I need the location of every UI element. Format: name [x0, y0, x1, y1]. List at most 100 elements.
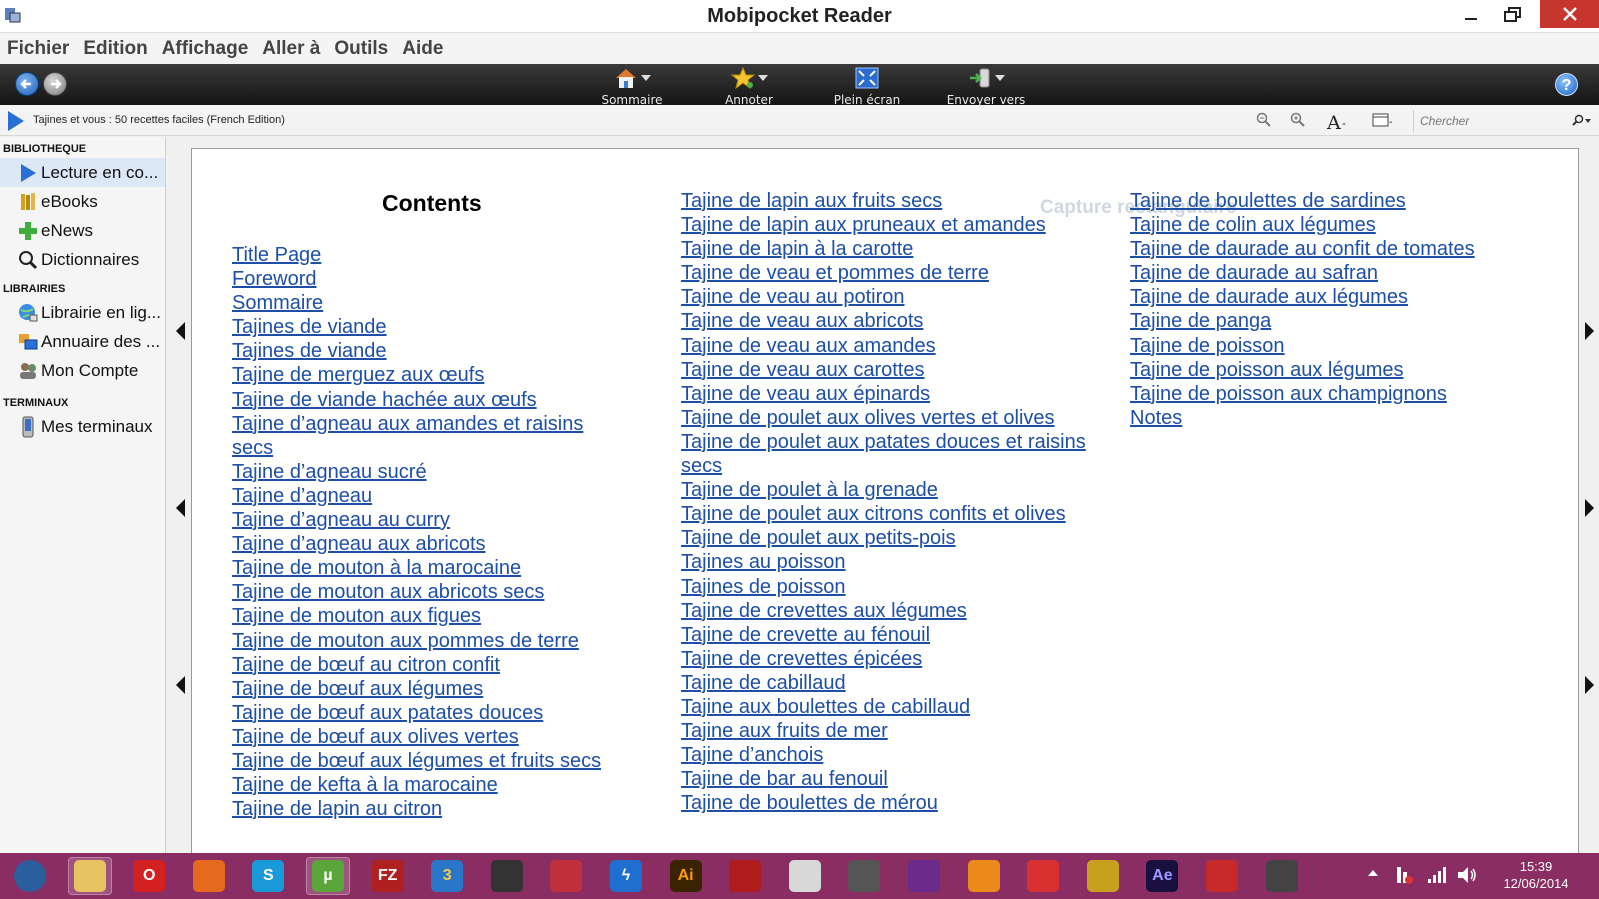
- toc-link[interactable]: Tajine de daurade au confit de tomates: [1130, 237, 1550, 261]
- toc-link[interactable]: Tajines de poisson: [681, 575, 1101, 599]
- sidebar-item-ebooks[interactable]: eBooks: [0, 187, 165, 216]
- camera-app-icon[interactable]: [1021, 857, 1065, 895]
- next-page-arrow[interactable]: [1585, 499, 1594, 517]
- clock[interactable]: 15:39 12/06/2014: [1496, 859, 1576, 891]
- toolbar-plein-ecran[interactable]: Plein écran: [812, 66, 922, 107]
- toc-link[interactable]: Tajines de viande: [232, 339, 604, 363]
- menu-edition[interactable]: Edition: [83, 38, 147, 60]
- toc-link[interactable]: Tajine de colin aux légumes: [1130, 213, 1550, 237]
- toolbar-sommaire[interactable]: Sommaire: [577, 66, 687, 107]
- lightning-app-icon[interactable]: ϟ: [604, 857, 648, 895]
- toc-link[interactable]: Tajine de mouton aux figues: [232, 604, 604, 628]
- toc-link[interactable]: Tajine de panga: [1130, 309, 1550, 333]
- toc-link[interactable]: Tajine aux boulettes de cabillaud: [681, 695, 1101, 719]
- illustrator-icon[interactable]: Ai: [664, 857, 708, 895]
- toc-link[interactable]: Tajine de veau au potiron: [681, 285, 1101, 309]
- toc-link[interactable]: Tajine de poulet aux olives vertes et ol…: [681, 406, 1101, 430]
- toc-link[interactable]: Tajine de veau aux carottes: [681, 358, 1101, 382]
- toc-link[interactable]: Tajine de kefta à la marocaine: [232, 773, 604, 797]
- layout-icon[interactable]: -: [1372, 112, 1396, 130]
- toc-link[interactable]: Tajine de veau aux amandes: [681, 334, 1101, 358]
- sidebar-item-mes-terminaux[interactable]: Mes terminaux: [0, 412, 165, 441]
- toc-link[interactable]: Tajine de poulet aux citrons confits et …: [681, 502, 1101, 526]
- toc-link[interactable]: Tajine d’agneau aux amandes et raisins s…: [232, 412, 604, 460]
- toc-link[interactable]: Tajine de bœuf aux olives vertes: [232, 725, 604, 749]
- toc-link[interactable]: Tajine d’agneau aux abricots: [232, 532, 604, 556]
- menu-aide[interactable]: Aide: [402, 38, 443, 60]
- opera-icon[interactable]: O: [127, 857, 171, 895]
- forward-button[interactable]: [43, 72, 67, 96]
- menu-outils[interactable]: Outils: [334, 38, 388, 60]
- menu-fichier[interactable]: Fichier: [7, 38, 69, 60]
- filezilla-icon[interactable]: FZ: [366, 857, 410, 895]
- toc-link[interactable]: Tajine de boulettes de mérou: [681, 791, 1101, 815]
- utorrent-icon[interactable]: µ: [306, 857, 350, 895]
- toc-link[interactable]: Tajine de poisson: [1130, 334, 1550, 358]
- toc-link[interactable]: Tajine de veau aux épinards: [681, 382, 1101, 406]
- toc-link[interactable]: Tajine de veau aux abricots: [681, 309, 1101, 333]
- toc-link[interactable]: Tajine de lapin aux pruneaux et amandes: [681, 213, 1101, 237]
- after-effects-icon[interactable]: Ae: [1140, 857, 1184, 895]
- toc-link[interactable]: Tajine de bar au fenouil: [681, 767, 1101, 791]
- toc-link[interactable]: Tajine de bœuf aux légumes et fruits sec…: [232, 749, 604, 773]
- toolbar-annoter[interactable]: Annoter: [694, 66, 804, 107]
- toc-link[interactable]: Tajines de viande: [232, 315, 604, 339]
- acrobat-icon[interactable]: [723, 857, 767, 895]
- wifi-signal-icon[interactable]: [1426, 864, 1448, 886]
- toc-link[interactable]: Tajine de viande hachée aux œufs: [232, 388, 604, 412]
- zoom-out-icon[interactable]: [1256, 112, 1272, 128]
- toc-link[interactable]: Tajine de daurade au safran: [1130, 261, 1550, 285]
- next-page-arrow[interactable]: [1585, 676, 1594, 694]
- back-button[interactable]: [15, 72, 39, 96]
- toc-link[interactable]: Tajine d’agneau au curry: [232, 508, 604, 532]
- game-app-icon[interactable]: [1260, 857, 1304, 895]
- yellow-app-icon[interactable]: [1081, 857, 1125, 895]
- firefox-icon[interactable]: [187, 857, 231, 895]
- toc-link[interactable]: Tajine d’agneau sucré: [232, 460, 604, 484]
- sidebar-item-annuaire[interactable]: Annuaire des ...: [0, 327, 165, 356]
- toolbar-envoyer-vers[interactable]: Envoyer vers: [931, 66, 1041, 107]
- tray-chevron-icon[interactable]: [1367, 868, 1379, 878]
- sidebar-item-lecture[interactable]: Lecture en co...: [0, 158, 165, 187]
- winrar-icon[interactable]: [902, 857, 946, 895]
- toc-link[interactable]: Tajine d’agneau: [232, 484, 604, 508]
- app-red-icon[interactable]: [544, 857, 588, 895]
- toc-link[interactable]: Title Page: [232, 243, 604, 267]
- search-icon[interactable]: [1570, 114, 1592, 128]
- toc-link[interactable]: Tajine de crevettes aux légumes: [681, 599, 1101, 623]
- toc-link[interactable]: Tajine de lapin au citron: [232, 797, 604, 821]
- toc-link[interactable]: Tajine de crevette au fénouil: [681, 623, 1101, 647]
- keyboard-app-icon[interactable]: [485, 857, 529, 895]
- toc-link[interactable]: Tajine de mouton à la marocaine: [232, 556, 604, 580]
- menu-affichage[interactable]: Affichage: [162, 38, 249, 60]
- network-warning-icon[interactable]: [1393, 864, 1415, 886]
- toc-link[interactable]: Tajine de poulet aux patates douces et r…: [681, 430, 1101, 478]
- prev-page-arrow[interactable]: [176, 676, 185, 694]
- printer-app-icon[interactable]: [842, 857, 886, 895]
- toc-link[interactable]: Tajine aux fruits de mer: [681, 719, 1101, 743]
- start-button[interactable]: [8, 857, 52, 895]
- toc-link[interactable]: Tajine de poisson aux légumes: [1130, 358, 1550, 382]
- toc-link[interactable]: Tajine de merguez aux œufs: [232, 363, 604, 387]
- toc-link[interactable]: Tajine de bœuf aux patates douces: [232, 701, 604, 725]
- toc-link[interactable]: Tajine de mouton aux pommes de terre: [232, 629, 604, 653]
- toc-link[interactable]: Tajine de daurade aux légumes: [1130, 285, 1550, 309]
- toc-link[interactable]: Tajine de lapin à la carotte: [681, 237, 1101, 261]
- toc-link[interactable]: Tajines au poisson: [681, 550, 1101, 574]
- toc-link[interactable]: Tajine de bœuf aux légumes: [232, 677, 604, 701]
- toc-link[interactable]: Tajine d’anchois: [681, 743, 1101, 767]
- sidebar-item-librairie[interactable]: Librairie en lig...: [0, 298, 165, 327]
- file-explorer-icon[interactable]: [67, 857, 112, 895]
- sidebar-item-mon-compte[interactable]: Mon Compte: [0, 356, 165, 385]
- next-page-arrow[interactable]: [1585, 322, 1594, 340]
- minimize-button[interactable]: [1448, 0, 1494, 30]
- sidebar-item-dictionnaires[interactable]: Dictionnaires: [0, 245, 165, 274]
- prev-page-arrow[interactable]: [176, 499, 185, 517]
- toc-link[interactable]: Tajine de poisson aux champignons: [1130, 382, 1550, 406]
- menu-aller-a[interactable]: Aller à: [262, 38, 320, 60]
- sidebar-item-enews[interactable]: eNews: [0, 216, 165, 245]
- toc-link[interactable]: Tajine de cabillaud: [681, 671, 1101, 695]
- toc-link[interactable]: Tajine de mouton aux abricots secs: [232, 580, 604, 604]
- help-button[interactable]: ?: [1555, 73, 1578, 96]
- search-input[interactable]: [1414, 110, 1564, 132]
